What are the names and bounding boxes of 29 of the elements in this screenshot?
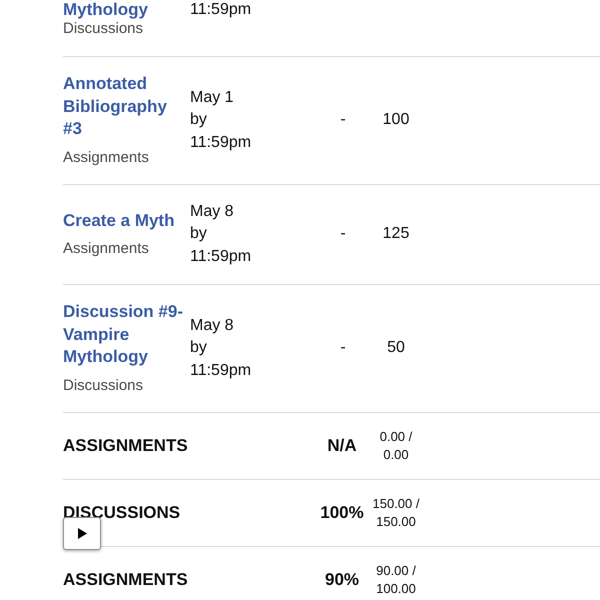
group-score: 0.00 / 0.00 xyxy=(378,428,414,464)
score-value: - xyxy=(340,110,346,130)
group-name: ASSIGNMENTS xyxy=(63,434,188,456)
group-name: DISCUSSIONS xyxy=(63,502,180,524)
points-value: 125 xyxy=(382,224,410,244)
points-value: 100 xyxy=(382,110,410,130)
group-percent: 90% xyxy=(324,568,360,590)
assignment-title[interactable]: Mythology xyxy=(63,0,190,20)
score-value: - xyxy=(340,224,346,244)
group-score: 90.00 / 100.00 xyxy=(375,562,417,598)
category-label: Assignments xyxy=(63,239,150,259)
group-name: ASSIGNMENTS xyxy=(63,568,188,590)
points-value: 50 xyxy=(387,338,405,358)
play-button[interactable] xyxy=(63,517,101,550)
group-percent: 100% xyxy=(320,502,364,524)
category-label: Assignments xyxy=(63,148,150,168)
category-label: Discussions xyxy=(63,376,144,396)
group-score: 150.00 / 150.00 xyxy=(372,494,420,530)
score-value: - xyxy=(340,338,346,358)
due-date: May 8 by 11:59pm xyxy=(190,202,252,266)
assignment-title[interactable]: Discussion #9-Vampire Mythology xyxy=(63,301,190,368)
due-date: 11:59pm xyxy=(190,0,252,20)
group-percent: N/A xyxy=(327,434,357,456)
due-date: May 1 by 11:59pm xyxy=(190,88,252,152)
due-date: May 8 by 11:59pm xyxy=(190,316,252,380)
category-label: Discussions xyxy=(63,20,144,38)
assignment-title[interactable]: Create a Myth xyxy=(63,210,190,232)
assignment-title[interactable]: Annotated Bibliography #3 xyxy=(63,73,190,140)
play-icon xyxy=(78,528,86,539)
